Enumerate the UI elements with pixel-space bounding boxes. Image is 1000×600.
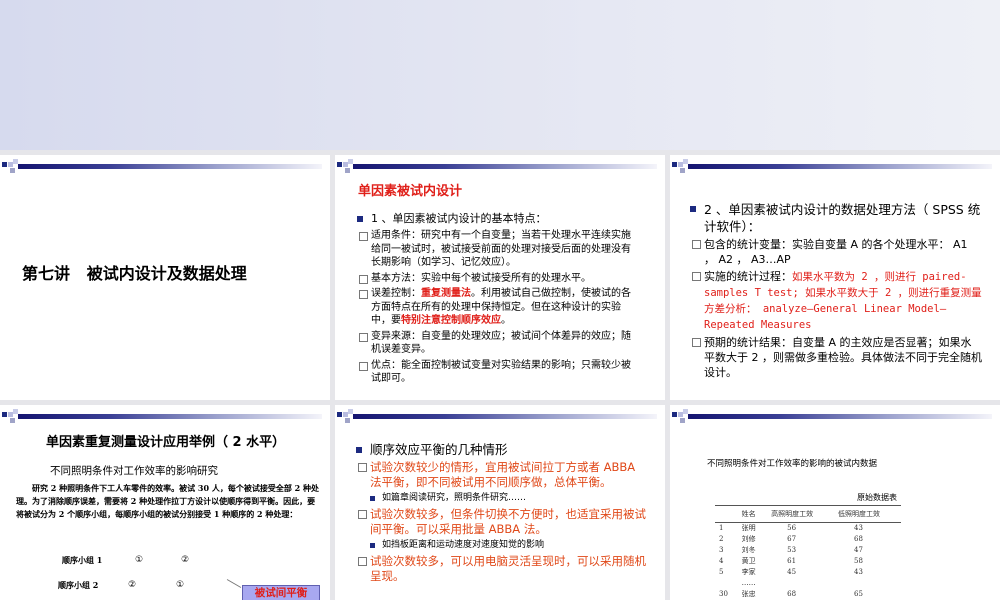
slide-title: 第七讲 被试内设计及数据处理 [22, 264, 247, 283]
sub-bullet: 如篇章阅读研究，照明条件研究…… [356, 492, 646, 505]
table-cell: 4 [719, 557, 724, 565]
table-cell: 58 [854, 557, 863, 565]
table-cell: 43 [854, 568, 863, 576]
slide-thumbnail-3[interactable]: 2 、单因素被试内设计的数据处理方法（ SPSS 统计软件）： 包含的统计变量：… [670, 155, 1000, 400]
table-cell: 30 [719, 590, 728, 598]
table-cell: 43 [854, 524, 863, 532]
slide-title: 不同照明条件对工作效率的影响的被试内数据 [707, 459, 878, 469]
slide-subtitle: 不同照明条件对工作效率的影响研究 [50, 465, 218, 477]
background-band [0, 0, 1000, 150]
slide-thumbnail-2[interactable]: 单因素被试内设计 1 、单因素被试内设计的基本特点： 适用条件：研究中有一个自变… [335, 155, 665, 400]
table-row: 3 刘冬 53 47 [715, 545, 901, 556]
slide-header-bar [670, 159, 1000, 173]
bullet-item: 包含的统计变量：实验自变量 A 的各个处理水平： A1 ， A2 ， A3…AP [690, 237, 982, 267]
column-header: 高照明度工效 [771, 510, 814, 518]
slide-header-bar [670, 409, 1000, 423]
group-label: 顺序小组 2 [58, 580, 99, 590]
bullet-heading: 顺序效应平衡的几种情形 [356, 442, 646, 458]
slide-header-bar [0, 159, 330, 173]
slide-thumbnail-1[interactable]: 第七讲 被试内设计及数据处理 [0, 155, 330, 400]
table-cell: 65 [854, 590, 863, 598]
table-cell: 刘修 [741, 535, 756, 543]
order-mark: ② [181, 555, 190, 565]
callout-box: 被试间平衡 [242, 585, 320, 600]
table-row: 4 黄卫 61 58 [715, 556, 901, 567]
column-header: 低照明度工效 [838, 510, 881, 518]
table-cell: 45 [787, 568, 797, 576]
slide-title: 单因素重复测量设计应用举例（ 2 水平） [46, 435, 286, 450]
text: 误差控制： [371, 288, 421, 299]
table-cell: 67 [787, 535, 797, 543]
highlight: 重复测量法 [421, 288, 471, 299]
table-cell: 张明 [741, 524, 756, 532]
bullet-heading: 2 、单因素被试内设计的数据处理方法（ SPSS 统计软件）： [690, 201, 982, 235]
bullet-item: 试验次数较多，可以用电脑灵活呈现时，可以采用随机呈现。 [356, 554, 646, 584]
slide-thumbnail-4[interactable]: 单因素重复测量设计应用举例（ 2 水平） 不同照明条件对工作效率的影响研究 研究… [0, 405, 330, 600]
bullet-item: 变异来源：自变量的处理效应；被试间个体差异的效应；随机误差变异。 [357, 330, 639, 357]
table-cell: 47 [854, 546, 863, 554]
text: 。 [501, 315, 511, 326]
bullet-item: 试验次数较少的情形，宜用被试间拉丁方或者 ABBA 法平衡，即不同被试用不同顺序… [356, 460, 646, 490]
table-cell: 68 [854, 535, 863, 543]
table-row: 5 李家 45 43 [715, 567, 901, 578]
bullet-item: 基本方法：实验中每个被试接受所有的处理水平。 [357, 272, 639, 286]
table-cell: 61 [787, 557, 797, 565]
group-label: 顺序小组 1 [62, 555, 103, 565]
table-cell: 56 [787, 524, 797, 532]
table-cell [767, 578, 834, 589]
table-caption: 原始数据表 [857, 493, 897, 502]
highlight: 特别注意控制顺序效应 [401, 315, 501, 326]
table-cell: …… [741, 579, 756, 587]
slide-title: 单因素被试内设计 [358, 184, 463, 199]
bullet-item: 优点：能全面控制被试变量对实验结果的影响；只需较少被试即可。 [357, 359, 639, 386]
bullet-item: 试验次数较多，但条件切换不方便时，也适宜采用被试间平衡。可以采用批量 ABBA … [356, 507, 646, 537]
table-row: 1 张明 56 43 [715, 523, 901, 535]
body-text: 研究 2 种照明条件下工人车零件的效率。被试 30 人，每个被试接受全部 2 种… [16, 483, 319, 519]
text: 实施的统计过程： [704, 270, 792, 283]
table-cell: 2 [719, 535, 724, 543]
slide-thumbnail-6[interactable]: 不同照明条件对工作效率的影响的被试内数据 原始数据表 姓名 高照明度工效 低照明… [670, 405, 1000, 600]
table-cell: 5 [719, 568, 724, 576]
table-cell: 黄卫 [741, 557, 756, 565]
table-row: …… [715, 578, 901, 589]
table-cell [834, 578, 901, 589]
table-cell: 53 [787, 546, 797, 554]
bullet-item: 实施的统计过程：如果水平数为 2 ，则进行 paired-samples T t… [690, 269, 982, 333]
slide-header-bar [335, 409, 665, 423]
table-cell: 李家 [741, 568, 756, 576]
table-cell: 刘冬 [741, 546, 756, 554]
bullet-item: 预期的统计结果：自变量 A 的主效应是否显著；如果水平数大于 2 ，则需做多重检… [690, 335, 982, 380]
bullet-heading: 1 、单因素被试内设计的基本特点： [357, 211, 639, 227]
slide-header-bar [0, 409, 330, 423]
table-row: 2 刘修 67 68 [715, 534, 901, 545]
slide-thumbnail-5[interactable]: 顺序效应平衡的几种情形 试验次数较少的情形，宜用被试间拉丁方或者 ABBA 法平… [335, 405, 665, 600]
order-mark: ② [128, 580, 137, 590]
sub-bullet: 如挡板距离和运动速度对速度知觉的影响 [356, 539, 646, 552]
table-cell [715, 578, 738, 589]
table-row: 30 张忠 68 65 [715, 589, 901, 600]
order-mark: ① [176, 580, 185, 590]
data-table: 姓名 高照明度工效 低照明度工效 1 张明 56 43 2 刘修 67 68 3 刘冬 53 47 4 黄… [715, 505, 901, 600]
table-cell: 68 [787, 590, 797, 598]
column-header [715, 506, 738, 523]
order-mark: ① [135, 555, 144, 565]
bullet-item: 适用条件：研究中有一个自变量；当若干处理水平连续实施给同一被试时，被试接受前面的… [357, 229, 639, 270]
bullet-item: 误差控制：重复测量法。利用被试自己做控制，使被试的各方面特点在所有的处理中保持恒… [357, 287, 639, 328]
table-cell: 3 [719, 546, 724, 554]
slide-header-bar [335, 159, 665, 173]
table-cell: 张忠 [741, 590, 756, 598]
callout-line [226, 579, 242, 588]
column-header: 姓名 [741, 510, 756, 518]
table-cell: 1 [719, 524, 724, 532]
